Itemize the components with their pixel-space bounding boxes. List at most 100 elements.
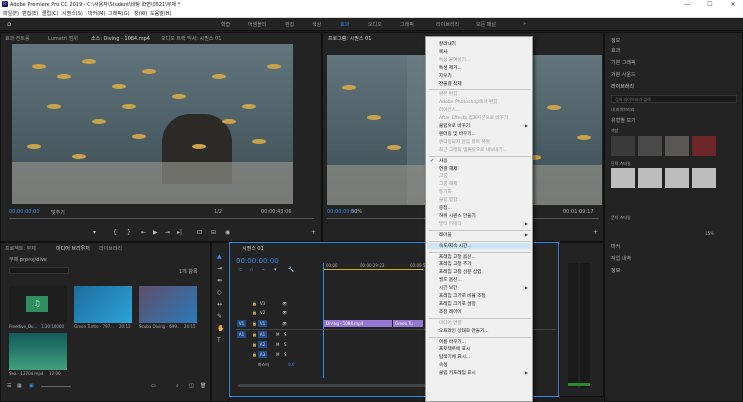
context-menu-item[interactable]: 사용 bbox=[439, 158, 447, 164]
workspace-editing[interactable]: 편집 bbox=[285, 21, 294, 28]
menu-file[interactable]: 파일(F) bbox=[3, 10, 19, 17]
view-by-type-dropdown[interactable]: 유형별 보기 bbox=[611, 117, 636, 124]
menu-help[interactable]: 도움말(H) bbox=[150, 10, 171, 17]
panel-info-bottom[interactable]: 정보 bbox=[611, 267, 620, 274]
go-to-out-icon[interactable]: ▸| bbox=[177, 229, 182, 236]
context-menu-item[interactable]: 복사 bbox=[439, 49, 447, 55]
style-swatch[interactable] bbox=[692, 168, 716, 188]
context-menu-item[interactable]: 렌더링 및 바꾸기... bbox=[439, 131, 476, 137]
program-add-button-icon[interactable]: + bbox=[593, 229, 598, 236]
context-menu-item[interactable]: 프레임 고정 추가 bbox=[439, 261, 472, 267]
panel-markers[interactable]: 마커 bbox=[611, 243, 620, 250]
source-resolution[interactable]: 1/2 bbox=[214, 209, 222, 215]
clip-green-turtle[interactable]: Green Tu bbox=[393, 320, 423, 327]
track-label-a2[interactable]: A2 bbox=[258, 341, 267, 348]
program-zoom-dropdown[interactable]: 50% bbox=[351, 209, 362, 215]
workspace-learn[interactable]: 학습 bbox=[221, 21, 230, 28]
library-name[interactable]: 내 라이브러리 bbox=[611, 107, 634, 113]
context-menu-item[interactable]: 클립 키프레임 표시 bbox=[439, 370, 476, 376]
context-menu-item[interactable]: 프로젝트에 표시 bbox=[439, 346, 470, 352]
mute-button[interactable]: M bbox=[276, 342, 279, 347]
eye-icon[interactable]: 👁 bbox=[282, 310, 287, 315]
lock-icon[interactable]: 🔒 bbox=[252, 352, 257, 357]
panel-history[interactable]: 작업 내역 bbox=[611, 255, 631, 262]
context-menu-item[interactable]: 탐색기에 표시... bbox=[439, 354, 470, 360]
mark-out-icon[interactable]: { bbox=[113, 229, 117, 236]
workspace-libraries[interactable]: 라이브러리 bbox=[436, 21, 459, 28]
style-swatch[interactable] bbox=[611, 168, 635, 188]
context-menu-item[interactable]: 시간 보간 bbox=[439, 285, 457, 291]
snap-icon[interactable]: ∩ bbox=[250, 267, 254, 273]
context-menu-item[interactable]: 속도/지속 시간... bbox=[427, 242, 531, 249]
color-swatch[interactable] bbox=[665, 136, 689, 156]
workspace-audio[interactable]: 오디오 bbox=[368, 21, 382, 28]
work-area-bar[interactable] bbox=[323, 269, 423, 270]
color-swatch[interactable] bbox=[611, 136, 635, 156]
tab-lumetri-scopes[interactable]: Lumetri 범위 bbox=[48, 35, 78, 42]
home-icon[interactable]: ⌂ bbox=[7, 20, 11, 28]
menu-marker[interactable]: 마커(M) bbox=[88, 10, 105, 17]
pen-tool-icon[interactable]: ✎ bbox=[217, 313, 222, 320]
new-bin-icon[interactable]: ▭ bbox=[151, 383, 156, 389]
lock-icon[interactable]: 🔒 bbox=[252, 310, 257, 315]
go-to-in-icon[interactable]: } bbox=[127, 229, 131, 236]
minimize-button[interactable]: — bbox=[679, 0, 695, 9]
panel-libraries[interactable]: 라이브러리 bbox=[611, 83, 634, 90]
tab-project[interactable]: 프로젝트: 무제 bbox=[5, 245, 36, 252]
search-icon[interactable]: ⌕ bbox=[176, 383, 179, 389]
context-menu-item[interactable]: 필드 옵션... bbox=[439, 277, 462, 283]
tab-effect-controls[interactable]: 효과 컨트롤 bbox=[5, 35, 30, 42]
clip-diving[interactable]: Diving - 1084.mp4 bbox=[324, 320, 392, 327]
thumbnail-size-slider[interactable] bbox=[41, 386, 71, 387]
tab-sequence[interactable]: 시퀀스 01 bbox=[242, 245, 264, 252]
context-menu-item[interactable]: 중첩... bbox=[439, 205, 452, 211]
type-tool-icon[interactable]: T bbox=[217, 337, 221, 344]
add-marker-icon[interactable]: ▾ bbox=[274, 267, 277, 273]
workspace-all-panels[interactable]: 모든 패널 bbox=[476, 21, 496, 28]
track-label-a3[interactable]: A3 bbox=[258, 351, 267, 358]
menu-clip[interactable]: 클립(C) bbox=[42, 10, 59, 17]
context-menu-item[interactable]: 프레임 크기로 설정 bbox=[439, 301, 476, 307]
workspace-assembly[interactable]: 어셈블리 bbox=[248, 21, 266, 28]
style-swatch[interactable] bbox=[665, 168, 689, 188]
eye-icon[interactable]: 👁 bbox=[282, 321, 287, 326]
library-zoom[interactable]: 15% bbox=[705, 231, 714, 236]
context-menu-item[interactable]: 프레임 고정 옵션... bbox=[439, 254, 476, 260]
solo-button[interactable]: S bbox=[284, 332, 287, 337]
panel-info[interactable]: 정보 bbox=[611, 37, 620, 44]
track-label-v3[interactable]: V3 bbox=[260, 301, 265, 306]
colors-section[interactable]: 색상 bbox=[611, 128, 618, 134]
hand-tool-icon[interactable]: ✋ bbox=[217, 325, 224, 332]
lock-icon[interactable]: 🔒 bbox=[252, 332, 257, 337]
lock-icon[interactable]: 🔒 bbox=[252, 301, 257, 306]
ripple-edit-tool-icon[interactable]: ⇹ bbox=[217, 277, 222, 284]
export-frame-icon[interactable]: ◉ bbox=[225, 229, 230, 236]
master-volume[interactable]: 0.0 bbox=[288, 362, 294, 367]
eye-icon[interactable]: 👁 bbox=[282, 301, 287, 306]
track-select-tool-icon[interactable]: ⇥ bbox=[217, 265, 222, 272]
source-patch-a1[interactable]: A1 bbox=[237, 331, 246, 338]
paragraph-styles-section[interactable]: 단락 스타일 bbox=[611, 161, 631, 167]
source-timecode[interactable]: 00:00:00:00 bbox=[9, 209, 40, 215]
nest-icon[interactable]: ⊂ bbox=[238, 267, 242, 273]
workspace-effects[interactable]: 효과 bbox=[340, 21, 349, 28]
character-styles-section[interactable]: 문자 스타일 bbox=[611, 215, 631, 221]
slip-tool-icon[interactable]: ↔ bbox=[217, 301, 222, 308]
tab-source[interactable]: 소스: Diving - 1084.mp4 bbox=[91, 35, 150, 42]
track-label-a1[interactable]: A1 bbox=[258, 331, 267, 338]
source-video-frame[interactable] bbox=[12, 44, 293, 204]
track-label-v2[interactable]: V2 bbox=[260, 310, 265, 315]
context-menu-item[interactable]: 이름 바꾸기... bbox=[439, 339, 466, 345]
solo-button[interactable]: S bbox=[284, 352, 287, 357]
razor-tool-icon[interactable]: ◇ bbox=[217, 289, 222, 296]
source-fit-dropdown[interactable]: 맞추기 bbox=[51, 209, 65, 216]
project-thumb-3[interactable] bbox=[9, 333, 67, 370]
context-menu-item[interactable]: 조정 레이어 bbox=[439, 309, 462, 315]
context-menu-item[interactable]: 레이블 bbox=[439, 232, 452, 238]
add-button-icon[interactable]: + bbox=[311, 229, 316, 236]
linked-selection-icon[interactable]: ⌁ bbox=[262, 267, 265, 273]
menu-window[interactable]: 창(W) bbox=[134, 10, 147, 17]
solo-button[interactable]: S bbox=[284, 342, 287, 347]
timeline-scrollbar[interactable] bbox=[238, 384, 428, 387]
project-thumb-1[interactable] bbox=[74, 286, 132, 323]
